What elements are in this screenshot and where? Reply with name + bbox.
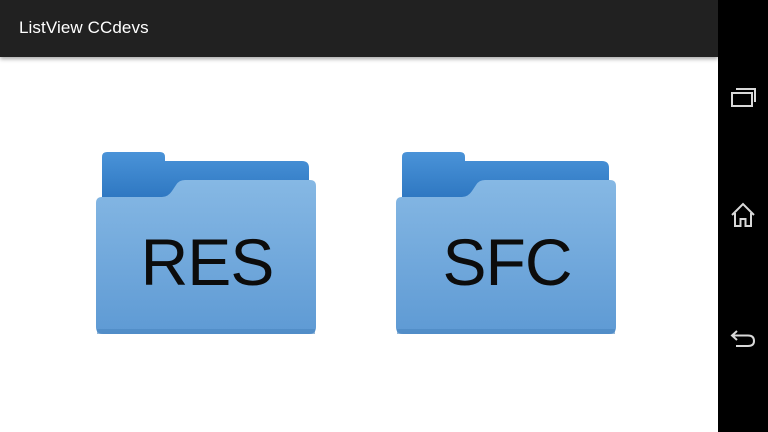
folder-item-sfc[interactable]: SFC: [396, 151, 618, 341]
app-window: ListView CCdevs RES SFC: [0, 0, 718, 432]
device-screen: ListView CCdevs RES SFC: [0, 0, 768, 432]
recent-apps-icon: [731, 88, 756, 107]
action-bar: ListView CCdevs: [0, 0, 718, 57]
folder-item-res[interactable]: RES: [96, 151, 318, 341]
back-icon: [730, 330, 756, 347]
app-title: ListView CCdevs: [19, 18, 149, 37]
folder-label: RES: [140, 225, 275, 299]
home-button[interactable]: [728, 200, 758, 230]
home-icon: [731, 202, 755, 227]
folder-label: SFC: [442, 225, 573, 299]
navigation-bar: [718, 0, 768, 432]
folder-list: RES SFC: [0, 57, 718, 432]
back-button[interactable]: [728, 322, 758, 352]
recent-apps-button[interactable]: [728, 84, 758, 114]
